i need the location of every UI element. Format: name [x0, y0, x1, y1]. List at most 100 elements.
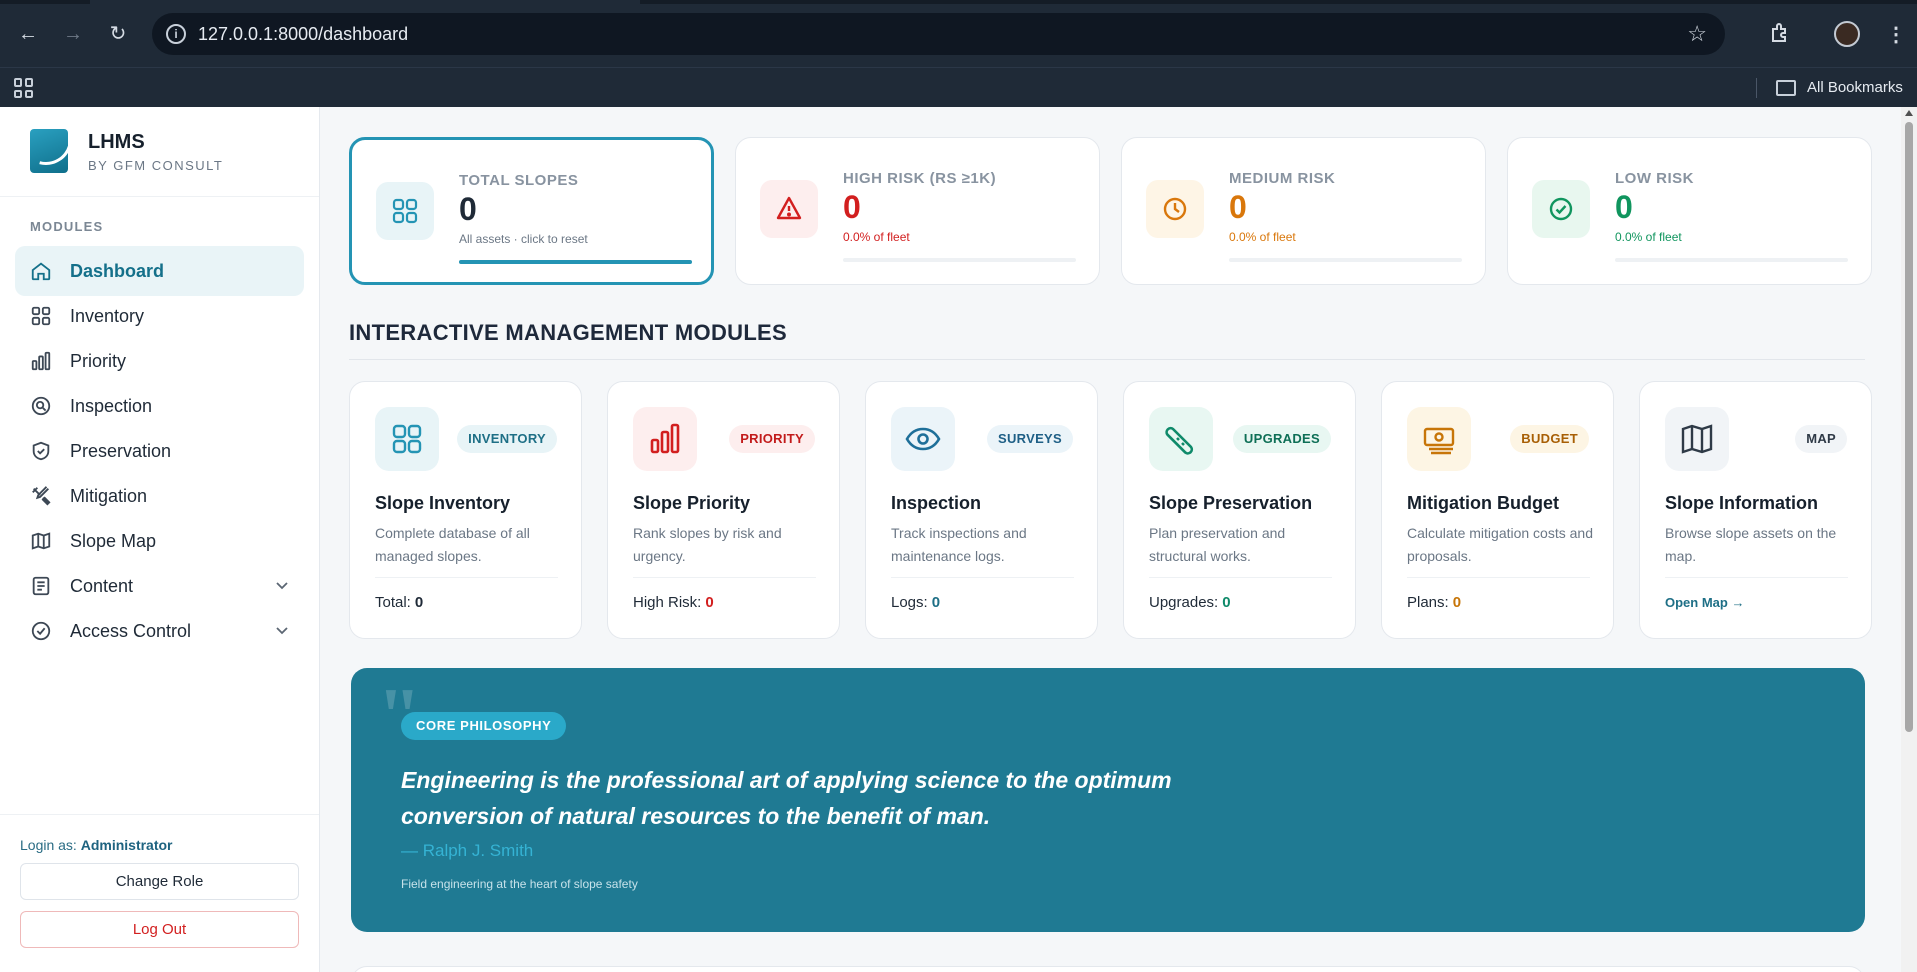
- module-footer-value: 0: [705, 594, 714, 611]
- bookmarks-separator: [1756, 78, 1757, 98]
- warning-icon: [760, 180, 818, 238]
- module-footer: Total: 0: [375, 594, 423, 611]
- login-role: Administrator: [80, 837, 173, 853]
- sidebar-item-content[interactable]: Content: [15, 561, 304, 611]
- bandage-icon: [1149, 407, 1213, 471]
- page-scrollbar[interactable]: [1901, 107, 1917, 972]
- document-icon: [30, 575, 52, 597]
- module-card-budget[interactable]: BUDGET Mitigation Budget Calculate mitig…: [1381, 381, 1614, 639]
- url-text[interactable]: 127.0.0.1:8000/dashboard: [198, 24, 408, 45]
- sidebar: LHMS BY GFM CONSULT MODULES Dashboard In…: [0, 107, 320, 972]
- browser-toolbar: ← → ↻ i 127.0.0.1:8000/dashboard ☆ ⋮: [0, 0, 1917, 67]
- modules-label: MODULES: [30, 219, 104, 234]
- active-tab[interactable]: [90, 0, 640, 4]
- folder-icon[interactable]: [1776, 80, 1796, 96]
- module-description: Browse slope assets on the map.: [1665, 525, 1837, 564]
- module-divider: [1407, 577, 1590, 578]
- stat-subtext: 0.0% of fleet: [1615, 230, 1682, 244]
- module-title: Slope Information: [1665, 493, 1818, 513]
- sidebar-item-label: Content: [70, 576, 134, 596]
- philosophy-card: " CORE PHILOSOPHY Engineering is the pro…: [351, 668, 1865, 932]
- stat-progress: [459, 260, 692, 264]
- module-footer-label: High Risk:: [633, 594, 702, 611]
- stat-subtext: 0.0% of fleet: [843, 230, 910, 244]
- module-description: Rank slopes by risk and urgency.: [633, 525, 782, 564]
- module-title: Slope Inventory: [375, 493, 511, 513]
- tab-strip: [0, 0, 1917, 4]
- check-circle-icon: [30, 620, 52, 642]
- address-bar[interactable]: i 127.0.0.1:8000/dashboard ☆: [152, 13, 1725, 55]
- apps-grid-icon[interactable]: [14, 78, 34, 98]
- module-tag: MAP: [1795, 425, 1847, 453]
- stat-value: 0: [1229, 189, 1247, 225]
- grid-icon: [30, 305, 52, 327]
- sidebar-item-priority[interactable]: Priority: [15, 336, 304, 386]
- scroll-up-arrow-icon[interactable]: [1905, 110, 1913, 116]
- open-map-link[interactable]: Open Map →: [1665, 595, 1744, 610]
- module-card-priority[interactable]: PRIORITY Slope Priority Rank slopes by r…: [607, 381, 840, 639]
- module-description: Plan preservation and structural works.: [1149, 525, 1286, 564]
- section-title: INTERACTIVE MANAGEMENT MODULES: [349, 320, 787, 345]
- stat-progress-fill: [459, 260, 692, 264]
- module-tag: BUDGET: [1510, 425, 1589, 453]
- sidebar-item-label: Slope Map: [70, 531, 157, 551]
- module-card-inspection[interactable]: SURVEYS Inspection Track inspections and…: [865, 381, 1098, 639]
- site-info-icon[interactable]: i: [166, 24, 186, 44]
- sidebar-item-preservation[interactable]: Preservation: [15, 426, 304, 476]
- home-icon: [30, 260, 52, 282]
- stat-progress: [1229, 258, 1462, 262]
- module-title: Mitigation Budget: [1407, 493, 1559, 513]
- profile-avatar[interactable]: [1834, 21, 1860, 47]
- brand-header: LHMS BY GFM CONSULT: [0, 107, 319, 197]
- stat-card-high-risk[interactable]: HIGH RISK (RS ≥1K) 0 0.0% of fleet: [735, 137, 1100, 285]
- module-tag: SURVEYS: [987, 425, 1073, 453]
- scrollbar-thumb[interactable]: [1905, 122, 1913, 732]
- module-footer-label: Total:: [375, 594, 411, 611]
- section-divider: [349, 359, 1865, 360]
- sidebar-item-label: Dashboard: [70, 261, 165, 281]
- brand-name: LHMS: [88, 131, 145, 153]
- shield-icon: [30, 440, 52, 462]
- module-divider: [1149, 577, 1332, 578]
- module-card-map[interactable]: MAP Slope Information Browse slope asset…: [1639, 381, 1872, 639]
- sidebar-item-inventory[interactable]: Inventory: [15, 291, 304, 341]
- sidebar-item-mitigation[interactable]: Mitigation: [15, 471, 304, 521]
- sidebar-item-inspection[interactable]: Inspection: [15, 381, 304, 431]
- menu-kebab-icon[interactable]: ⋮: [1886, 22, 1906, 47]
- stat-card-low-risk[interactable]: LOW RISK 0 0.0% of fleet: [1507, 137, 1872, 285]
- sidebar-item-access-control[interactable]: Access Control: [15, 606, 304, 656]
- sidebar-item-slope-map[interactable]: Slope Map: [15, 516, 304, 566]
- map-icon: [30, 530, 52, 552]
- stat-value: 0: [1615, 189, 1633, 225]
- sidebar-item-label: Priority: [70, 351, 127, 371]
- stat-card-medium-risk[interactable]: MEDIUM RISK 0 0.0% of fleet: [1121, 137, 1486, 285]
- module-footer: High Risk: 0: [633, 594, 714, 611]
- extensions-icon[interactable]: [1769, 22, 1791, 44]
- chevron-down-icon[interactable]: [274, 577, 290, 593]
- module-footer-value: 0: [1222, 594, 1231, 611]
- forward-arrow-icon[interactable]: →: [61, 22, 85, 46]
- clock-icon: [1146, 180, 1204, 238]
- bookmarks-bar: All Bookmarks: [0, 67, 1917, 107]
- stat-progress: [843, 258, 1076, 262]
- bookmark-star-icon[interactable]: ☆: [1687, 21, 1707, 47]
- map-icon: [1665, 407, 1729, 471]
- logout-button[interactable]: Log Out: [20, 911, 299, 948]
- module-title: Slope Preservation: [1149, 493, 1313, 513]
- module-card-preservation[interactable]: UPGRADES Slope Preservation Plan preserv…: [1123, 381, 1356, 639]
- stat-label: TOTAL SLOPES: [459, 172, 579, 189]
- search-icon: [30, 395, 52, 417]
- chevron-down-icon[interactable]: [274, 622, 290, 638]
- sidebar-item-dashboard[interactable]: Dashboard: [15, 246, 304, 296]
- stat-subtext: 0.0% of fleet: [1229, 230, 1296, 244]
- eye-icon: [891, 407, 955, 471]
- module-footer: Plans: 0: [1407, 594, 1461, 611]
- module-card-inventory[interactable]: INVENTORY Slope Inventory Complete datab…: [349, 381, 582, 639]
- all-bookmarks-link[interactable]: All Bookmarks: [1807, 79, 1903, 96]
- reload-icon[interactable]: ↻: [106, 22, 130, 46]
- back-arrow-icon[interactable]: ←: [16, 22, 40, 46]
- stat-value: 0: [843, 189, 861, 225]
- lhms-logo: [30, 129, 68, 173]
- change-role-button[interactable]: Change Role: [20, 863, 299, 900]
- stat-card-total-slopes[interactable]: TOTAL SLOPES 0 All assets · click to res…: [349, 137, 714, 285]
